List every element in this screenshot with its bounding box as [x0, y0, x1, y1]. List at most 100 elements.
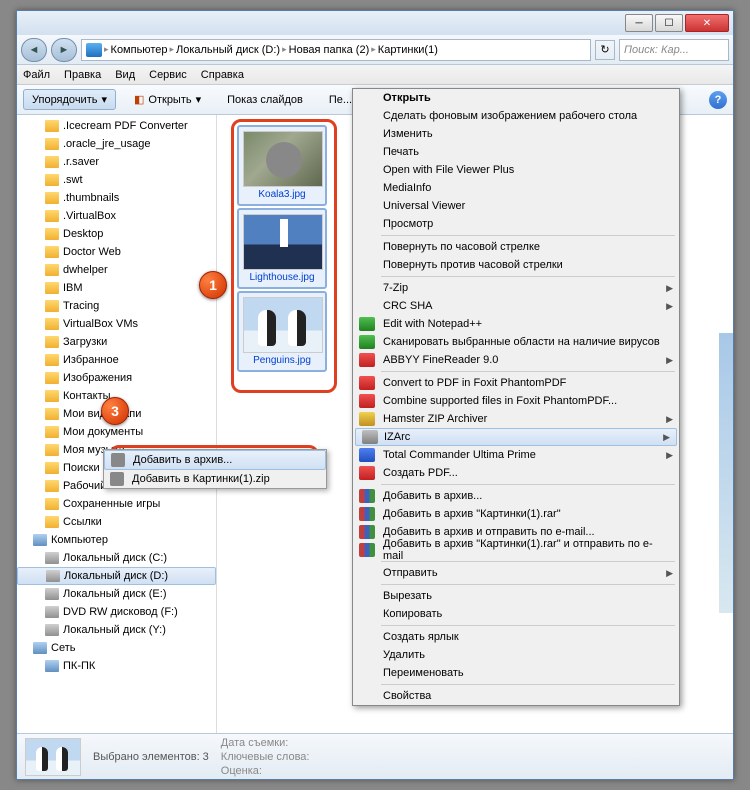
- tree-item[interactable]: .r.saver: [17, 153, 216, 171]
- tree-item[interactable]: Локальный диск (D:): [17, 567, 216, 585]
- tree-item[interactable]: DVD RW дисковод (F:): [17, 603, 216, 621]
- tree-item[interactable]: .VirtualBox: [17, 207, 216, 225]
- menu-view[interactable]: Вид: [115, 69, 135, 81]
- submenu-item[interactable]: Добавить в Картинки(1).zip: [104, 470, 326, 488]
- tree-item[interactable]: Загрузки: [17, 333, 216, 351]
- context-menu-item[interactable]: IZArc▶: [355, 428, 677, 446]
- context-menu-item-label: MediaInfo: [383, 182, 431, 194]
- folder-icon: [45, 354, 59, 366]
- tree-item[interactable]: Doctor Web: [17, 243, 216, 261]
- context-menu-item[interactable]: Total Commander Ultima Prime▶: [353, 446, 679, 464]
- menu-separator: [381, 684, 675, 685]
- context-menu-item[interactable]: Переименовать: [353, 664, 679, 682]
- tree-item[interactable]: IBM: [17, 279, 216, 297]
- tree-item[interactable]: Локальный диск (C:): [17, 549, 216, 567]
- tree-item[interactable]: .Icecream PDF Converter: [17, 117, 216, 135]
- context-menu-item[interactable]: Создать ярлык: [353, 628, 679, 646]
- tree-item[interactable]: Сохраненные игры: [17, 495, 216, 513]
- context-menu-item-label: Open with File Viewer Plus: [383, 164, 514, 176]
- context-menu-item[interactable]: Просмотр: [353, 215, 679, 233]
- context-menu-item[interactable]: Открыть: [353, 89, 679, 107]
- context-menu-item[interactable]: Добавить в архив "Картинки(1).rar": [353, 505, 679, 523]
- tree-item[interactable]: .thumbnails: [17, 189, 216, 207]
- breadcrumb[interactable]: ▸ Компьютер▸ Локальный диск (D:)▸ Новая …: [81, 39, 591, 61]
- search-input[interactable]: Поиск: Кар...: [619, 39, 729, 61]
- context-menu-item[interactable]: Edit with Notepad++: [353, 315, 679, 333]
- context-menu-item[interactable]: Сделать фоновым изображением рабочего ст…: [353, 107, 679, 125]
- menu-tools[interactable]: Сервис: [149, 69, 187, 81]
- breadcrumb-item[interactable]: Картинки(1): [378, 44, 438, 56]
- context-menu-item[interactable]: Свойства: [353, 687, 679, 705]
- folder-icon: [45, 228, 59, 240]
- tree-item[interactable]: ПК-ПК: [17, 657, 216, 675]
- context-menu-item-label: Сделать фоновым изображением рабочего ст…: [383, 110, 637, 122]
- tree-item[interactable]: VirtualBox VMs: [17, 315, 216, 333]
- tree-item[interactable]: .oracle_jre_usage: [17, 135, 216, 153]
- breadcrumb-item[interactable]: Новая папка (2): [289, 44, 370, 56]
- file-thumbnail[interactable]: Koala3.jpg: [237, 125, 327, 206]
- context-menu-item[interactable]: Convert to PDF in Foxit PhantomPDF: [353, 374, 679, 392]
- slideshow-button[interactable]: Показ слайдов: [219, 91, 311, 109]
- context-menu-item[interactable]: Копировать: [353, 605, 679, 623]
- tree-item[interactable]: .swt: [17, 171, 216, 189]
- breadcrumb-item[interactable]: Локальный диск (D:): [176, 44, 280, 56]
- tree-item[interactable]: Локальный диск (E:): [17, 585, 216, 603]
- context-menu-item[interactable]: Добавить в архив...: [353, 487, 679, 505]
- close-button[interactable]: ✕: [685, 14, 729, 32]
- file-thumbnail[interactable]: Penguins.jpg: [237, 291, 327, 372]
- thumbnail-label: Lighthouse.jpg: [243, 272, 321, 283]
- context-menu-item[interactable]: 7-Zip▶: [353, 279, 679, 297]
- tree-item[interactable]: Desktop: [17, 225, 216, 243]
- maximize-button[interactable]: ☐: [655, 14, 683, 32]
- forward-button[interactable]: ►: [51, 38, 77, 62]
- tree-item[interactable]: Избранное: [17, 351, 216, 369]
- tree-item[interactable]: Компьютер: [17, 531, 216, 549]
- file-thumbnails: Koala3.jpg Lighthouse.jpg Penguins.jpg: [237, 125, 327, 374]
- context-menu-item[interactable]: Повернуть по часовой стрелке: [353, 238, 679, 256]
- submenu-arrow-icon: ▶: [666, 283, 673, 294]
- submenu-item[interactable]: Добавить в архив...: [104, 450, 326, 470]
- file-thumbnail[interactable]: Lighthouse.jpg: [237, 208, 327, 289]
- menu-item-icon: [359, 525, 375, 539]
- folder-tree[interactable]: .Icecream PDF Converter.oracle_jre_usage…: [17, 115, 217, 741]
- tree-item[interactable]: Сеть: [17, 639, 216, 657]
- breadcrumb-item[interactable]: Компьютер: [111, 44, 168, 56]
- back-button[interactable]: ◄: [21, 38, 47, 62]
- context-menu-item[interactable]: Повернуть против часовой стрелки: [353, 256, 679, 274]
- context-menu-item[interactable]: Open with File Viewer Plus: [353, 161, 679, 179]
- help-icon[interactable]: ?: [709, 91, 727, 109]
- context-menu-item[interactable]: Hamster ZIP Archiver▶: [353, 410, 679, 428]
- menu-help[interactable]: Справка: [201, 69, 244, 81]
- context-menu-item[interactable]: CRC SHA▶: [353, 297, 679, 315]
- open-button[interactable]: ◧ Открыть ▾: [126, 90, 209, 109]
- context-menu-item[interactable]: Сканировать выбранные области на наличие…: [353, 333, 679, 351]
- refresh-button[interactable]: ↻: [595, 40, 615, 60]
- context-menu-item[interactable]: ABBYY FineReader 9.0▶: [353, 351, 679, 369]
- context-menu-item-label: ABBYY FineReader 9.0: [383, 354, 498, 366]
- context-menu-item[interactable]: Изменить: [353, 125, 679, 143]
- context-menu-item[interactable]: Combine supported files in Foxit Phantom…: [353, 392, 679, 410]
- context-menu-item[interactable]: Создать PDF...: [353, 464, 679, 482]
- context-menu-item[interactable]: Печать: [353, 143, 679, 161]
- context-menu-item[interactable]: MediaInfo: [353, 179, 679, 197]
- minimize-button[interactable]: ─: [625, 14, 653, 32]
- organize-button[interactable]: Упорядочить ▾: [23, 89, 116, 110]
- context-menu-item[interactable]: Вырезать: [353, 587, 679, 605]
- tree-item[interactable]: Ссылки: [17, 513, 216, 531]
- context-menu-item-label: Удалить: [383, 649, 425, 661]
- tree-item[interactable]: dwhelper: [17, 261, 216, 279]
- context-menu-item[interactable]: Universal Viewer: [353, 197, 679, 215]
- tree-item[interactable]: Мои документы: [17, 423, 216, 441]
- thumbnail-label: Koala3.jpg: [243, 189, 321, 200]
- tree-item[interactable]: Локальный диск (Y:): [17, 621, 216, 639]
- pc-icon: [33, 534, 47, 546]
- context-menu-item-label: Добавить в архив "Картинки(1).rar" и отп…: [383, 538, 661, 562]
- context-menu-item[interactable]: Добавить в архив "Картинки(1).rar" и отп…: [353, 541, 679, 559]
- tree-item[interactable]: Tracing: [17, 297, 216, 315]
- context-menu-item-label: Отправить: [383, 567, 438, 579]
- menu-edit[interactable]: Правка: [64, 69, 101, 81]
- context-menu-item[interactable]: Удалить: [353, 646, 679, 664]
- menu-file[interactable]: Файл: [23, 69, 50, 81]
- context-menu-item[interactable]: Отправить▶: [353, 564, 679, 582]
- tree-item[interactable]: Изображения: [17, 369, 216, 387]
